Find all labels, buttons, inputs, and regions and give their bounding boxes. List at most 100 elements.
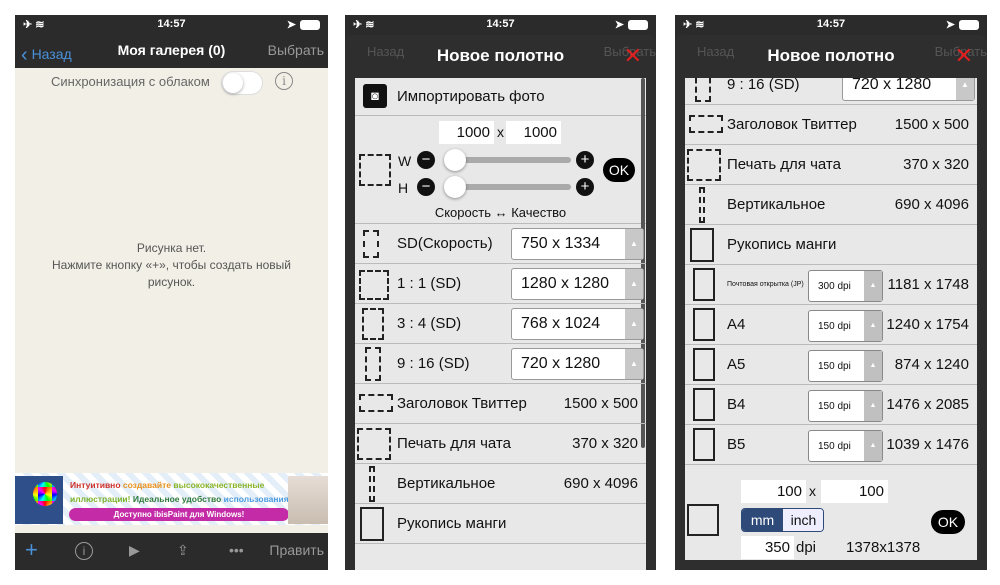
ad-banner[interactable]: Интуитивно создавайте высококачественные… <box>15 473 328 525</box>
preset-label: Печать для чата <box>727 156 841 173</box>
preset-row[interactable]: Заголовок Твиттер 1500 x 500 <box>355 384 646 424</box>
paper-frame-icon <box>693 268 715 301</box>
preset-label: 9 : 16 (SD) <box>727 78 800 93</box>
preset-row[interactable]: Рукопись манги <box>685 225 977 265</box>
info-icon[interactable]: i <box>75 542 93 560</box>
paper-label: B5 <box>727 436 746 453</box>
paper-label: Почтовая открытка (JP) <box>727 281 804 288</box>
aspect-frame-icon <box>359 394 393 412</box>
preset-row[interactable]: Рукопись манги <box>355 504 646 544</box>
dpi-select[interactable]: 150 dpi <box>808 430 883 462</box>
paper-size: 1476 x 2085 <box>886 396 969 413</box>
preset-size: 1500 x 500 <box>894 116 969 133</box>
preset-row[interactable]: SD(Скорость) 750 x 1334 <box>355 224 646 264</box>
preset-row[interactable]: 3 : 4 (SD) 768 x 1024 <box>355 304 646 344</box>
plus-icon[interactable]: + <box>25 537 38 563</box>
dpi-input[interactable]: 350 <box>741 536 794 559</box>
battery-icon: ➤ <box>946 18 979 31</box>
preset-row[interactable]: Печать для чата 370 x 320 <box>685 145 977 185</box>
edit-button[interactable]: Править <box>269 542 324 558</box>
paper-frame-icon <box>693 308 715 341</box>
sync-toggle[interactable] <box>221 71 263 95</box>
preset-label: Рукопись манги <box>727 236 837 253</box>
paper-frame-icon <box>693 388 715 421</box>
status-bar: ✈ ≋ 14:57 ➤ <box>15 15 328 33</box>
paper-label: A5 <box>727 356 746 373</box>
aspect-frame-icon <box>362 308 384 340</box>
size-select[interactable]: 720 x 1280 <box>511 348 644 380</box>
height-input[interactable]: 1000 <box>506 121 561 144</box>
plus-icon[interactable]: + <box>576 151 594 169</box>
aspect-frame-icon <box>699 187 705 223</box>
ad-line2: иллюстрации! Идеальное удобство использо… <box>70 494 292 504</box>
preset-row[interactable]: 1 : 1 (SD) 1280 x 1280 <box>355 264 646 304</box>
empty-message: Рисунка нет. Нажмите кнопку «+», чтобы со… <box>15 240 328 291</box>
dpi-select[interactable]: 300 dpi <box>808 270 883 302</box>
preset-size: 370 x 320 <box>572 435 638 452</box>
gallery-screen: ✈ ≋ 14:57 ➤ ‹ Назад Моя галерея (0) Выбрат… <box>15 15 328 570</box>
close-icon[interactable]: ✕ <box>955 43 973 69</box>
physical-height-input[interactable]: 100 <box>821 480 888 503</box>
minus-icon[interactable]: − <box>417 151 435 169</box>
paper-row[interactable]: Почтовая открытка (JP) 300 dpi1181 x 1748 <box>685 265 977 305</box>
preset-row[interactable]: Печать для чата 370 x 320 <box>355 424 646 464</box>
select-button[interactable]: Выбрать <box>268 42 324 58</box>
preset-row[interactable]: Заголовок Твиттер 1500 x 500 <box>685 105 977 145</box>
dpi-select[interactable]: 150 dpi <box>808 390 883 422</box>
preset-size: 690 x 4096 <box>894 196 969 213</box>
aspect-frame-icon <box>360 507 384 541</box>
preset-label: 3 : 4 (SD) <box>397 315 462 332</box>
share-icon[interactable]: ⇪ <box>177 542 189 559</box>
height-slider-thumb[interactable] <box>444 176 466 198</box>
preset-row[interactable]: 9 : 16 (SD) 720 x 1280 <box>355 344 646 384</box>
aspect-frame-icon <box>357 428 391 460</box>
new-canvas-dialog: Назад Выбрать Новое полотно ✕ 9 : 16 (SD… <box>675 35 987 570</box>
preset-label: Заголовок Твиттер <box>397 395 527 412</box>
size-select[interactable]: 750 x 1334 <box>511 228 644 260</box>
width-input[interactable]: 1000 <box>439 121 494 144</box>
nav-bar: ‹ Назад Моя галерея (0) Выбрать <box>15 33 328 68</box>
paper-row[interactable]: B4 150 dpi1476 x 2085 <box>685 385 977 425</box>
paper-frame-icon <box>693 428 715 461</box>
canvas-size-list[interactable]: 9 : 16 (SD) 720 x 1280 Заголовок Твиттер 15… <box>685 78 977 560</box>
more-icon[interactable]: ••• <box>229 542 244 558</box>
paper-row[interactable]: B5 150 dpi1039 x 1476 <box>685 425 977 465</box>
size-select[interactable]: 768 x 1024 <box>511 308 644 340</box>
paper-row[interactable]: A5 150 dpi 874 x 1240 <box>685 345 977 385</box>
paper-size: 1181 x 1748 <box>887 276 969 293</box>
physical-width-input[interactable]: 100 <box>741 480 806 503</box>
preset-row[interactable]: 9 : 16 (SD) 720 x 1280 <box>685 78 977 105</box>
dpi-select[interactable]: 150 dpi <box>808 310 883 342</box>
unit-inch-button[interactable]: inch <box>783 509 823 531</box>
gallery-content: Синхронизация с облаком i Рисунка нет. На… <box>15 68 328 533</box>
aspect-frame-icon <box>690 228 714 262</box>
canvas-size-list[interactable]: ◙ Импортировать фото 1000 x 1000 W − + H… <box>355 78 646 570</box>
import-photo-row[interactable]: ◙ Импортировать фото <box>355 78 646 116</box>
import-photo-label: Импортировать фото <box>397 88 545 105</box>
ad-line1: Интуитивно создавайте высококачественные <box>70 480 265 490</box>
play-icon[interactable]: ▶ <box>129 542 140 559</box>
close-icon[interactable]: ✕ <box>624 43 642 69</box>
clock: 14:57 <box>816 18 846 30</box>
preset-row[interactable]: Вертикальное 690 x 4096 <box>685 185 977 225</box>
info-icon[interactable]: i <box>275 72 293 90</box>
size-select[interactable]: 1280 x 1280 <box>511 268 644 300</box>
preset-size: 690 x 4096 <box>563 475 638 492</box>
dpi-select[interactable]: 150 dpi <box>808 350 883 382</box>
canvas-preview-frame <box>687 504 719 536</box>
minus-icon[interactable]: − <box>417 178 435 196</box>
ok-button[interactable]: OK <box>603 158 635 182</box>
paper-row[interactable]: A4 150 dpi1240 x 1754 <box>685 305 977 345</box>
ok-button[interactable]: OK <box>931 510 965 534</box>
preset-label: 1 : 1 (SD) <box>397 275 462 292</box>
width-slider-thumb[interactable] <box>444 149 466 171</box>
status-bar: ✈ ≋ 14:57 ➤ <box>675 15 987 33</box>
plus-icon[interactable]: + <box>576 178 594 196</box>
battery-icon: ➤ <box>287 18 320 31</box>
unit-mm-button[interactable]: mm <box>742 509 783 531</box>
paper-label: A4 <box>727 316 746 333</box>
preset-row[interactable]: Вертикальное 690 x 4096 <box>355 464 646 504</box>
ad-button[interactable]: Доступно ibisPaint для Windows! <box>69 508 289 521</box>
ad-character-image <box>288 476 328 524</box>
size-select[interactable]: 720 x 1280 <box>842 78 975 101</box>
